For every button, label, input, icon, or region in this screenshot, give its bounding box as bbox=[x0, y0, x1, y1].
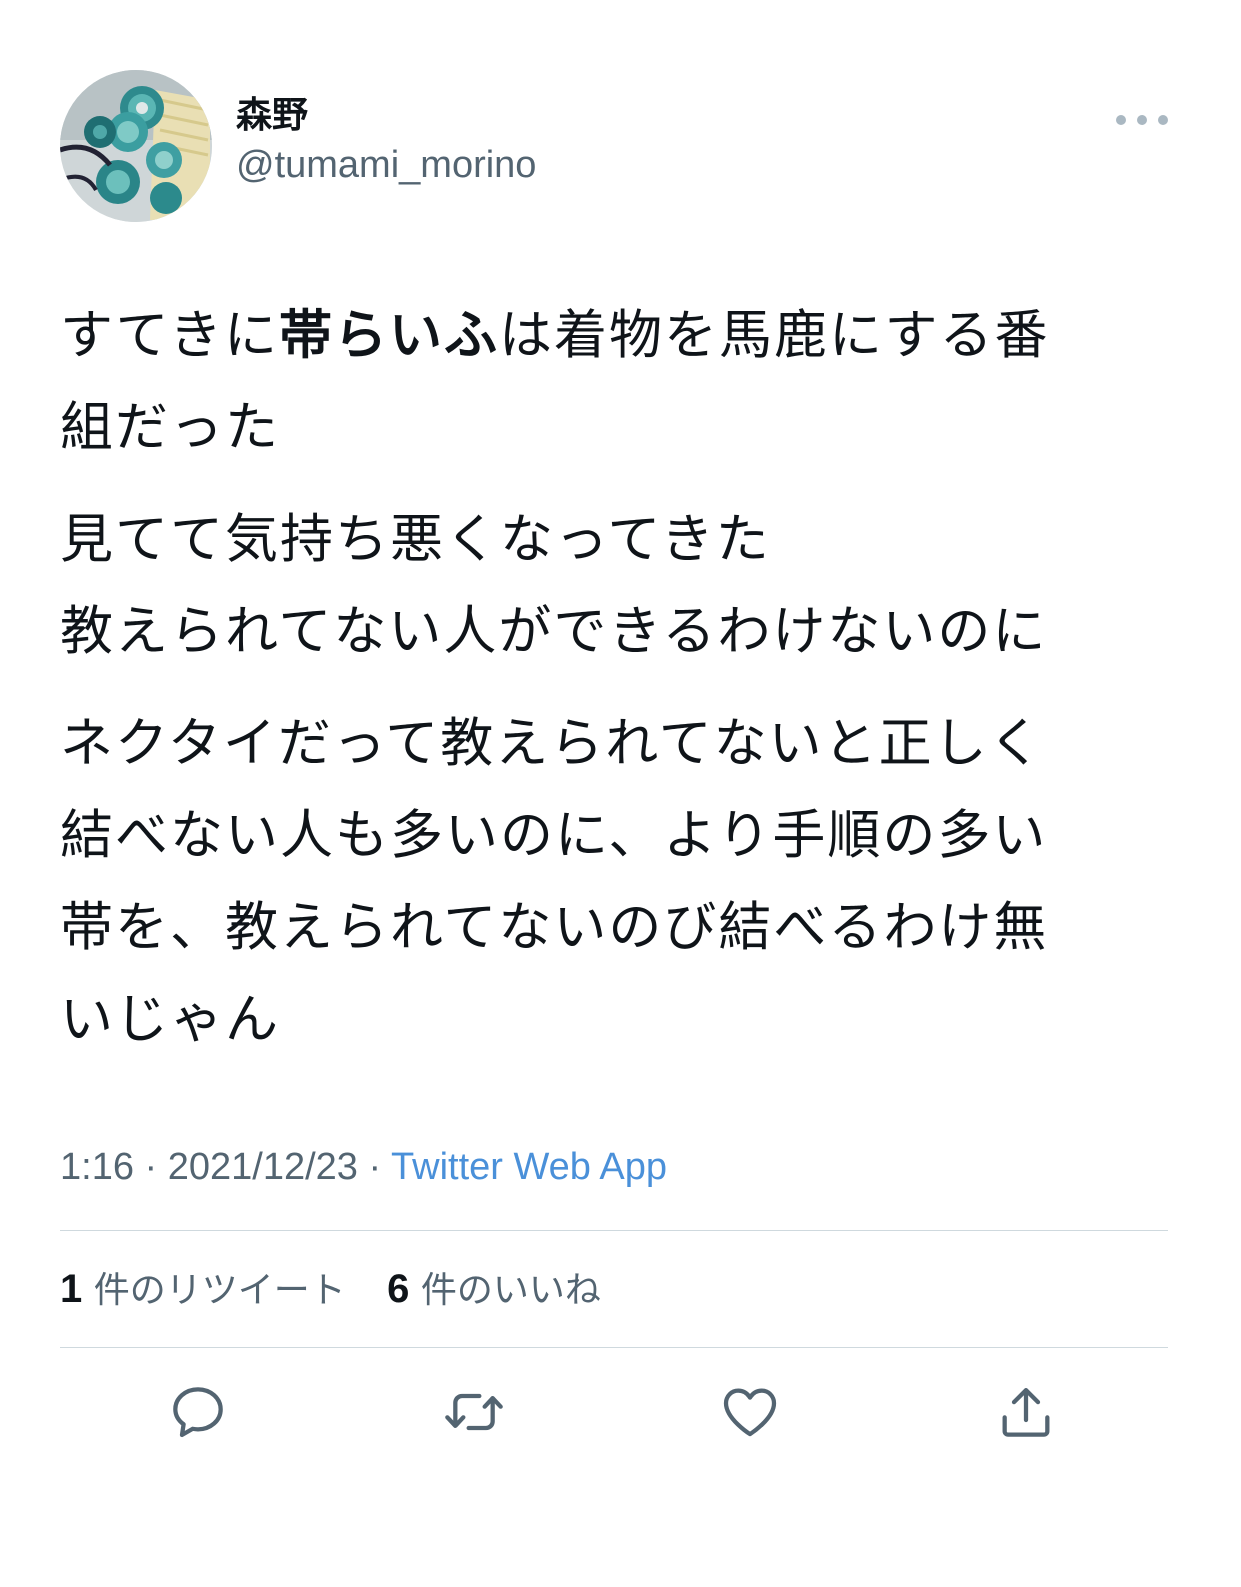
tweet-text-segment: 帯を、教えられてないのび結べるわけ無 bbox=[60, 897, 1049, 958]
tweet-text-segment: 教えられてない人ができるわけないのに bbox=[60, 601, 1048, 662]
tweet-paragraph: 見てて気持ち悪くなってきた教えられてない人ができるわけないのに bbox=[60, 494, 1180, 678]
tweet-line: 教えられてない人ができるわけないのに bbox=[60, 586, 1180, 678]
user-handle[interactable]: @tumami_morino bbox=[236, 138, 536, 192]
meta-separator: · bbox=[133, 1146, 168, 1188]
tweet-paragraph: すてきに帯らいふは着物を馬鹿にする番組だった bbox=[60, 290, 1180, 474]
display-name[interactable]: 森野 bbox=[236, 94, 536, 138]
tweet-text-segment: いじゃん bbox=[60, 989, 280, 1050]
retweets-stat[interactable]: 1 件のリツイート bbox=[60, 1267, 346, 1311]
like-button[interactable] bbox=[718, 1380, 782, 1444]
retweet-button[interactable] bbox=[442, 1380, 506, 1444]
retweets-count: 1 bbox=[60, 1267, 83, 1311]
likes-count: 6 bbox=[387, 1267, 410, 1311]
tweet-actions bbox=[0, 1380, 1241, 1450]
tweet-line: 見てて気持ち悪くなってきた bbox=[60, 494, 1180, 586]
tweet-line: 組だった bbox=[60, 382, 1180, 474]
heart-icon bbox=[723, 1388, 777, 1437]
likes-label: 件のいいね bbox=[420, 1270, 601, 1311]
tweet-text-segment: 組だった bbox=[60, 397, 280, 458]
user-names: 森野 @tumami_morino bbox=[236, 94, 536, 192]
retweets-label: 件のリツイート bbox=[93, 1270, 346, 1311]
tweet-text-bold: 帯らいふ bbox=[278, 305, 499, 366]
tweet-source-link[interactable]: Twitter Web App bbox=[391, 1146, 667, 1188]
tweet-line: 結べない人も多いのに、より手順の多い bbox=[60, 790, 1180, 882]
tweet-text-segment: ネクタイだって教えられてないと正しく bbox=[60, 713, 1044, 774]
tweet-text-segment: すてきに bbox=[60, 305, 279, 366]
meta-separator: · bbox=[357, 1146, 392, 1188]
tweet-stats: 1 件のリツイート 6 件のいいね bbox=[60, 1262, 631, 1318]
tweet-detail: 森野 @tumami_morino すてきに帯らいふは着物を馬鹿にする番組だった… bbox=[0, 0, 1241, 1587]
reply-icon bbox=[173, 1387, 223, 1438]
divider bbox=[60, 1347, 1168, 1348]
tweet-date[interactable]: 2021/12/23 bbox=[168, 1146, 358, 1188]
avatar[interactable] bbox=[60, 70, 212, 222]
more-icon[interactable] bbox=[1114, 104, 1170, 134]
divider bbox=[60, 1230, 1168, 1231]
tweet-header: 森野 @tumami_morino bbox=[60, 70, 1170, 222]
tweet-text-segment: 見てて気持ち悪くなってきた bbox=[60, 509, 771, 570]
share-icon bbox=[1002, 1388, 1050, 1437]
tweet-line: ネクタイだって教えられてないと正しく bbox=[60, 698, 1180, 790]
tweet-text-segment: 結べない人も多いのに、より手順の多い bbox=[60, 805, 1048, 866]
tweet-line: いじゃん bbox=[60, 974, 1180, 1066]
tweet-paragraph: ネクタイだって教えられてないと正しく 結べない人も多いのに、より手順の多い 帯を、教… bbox=[60, 698, 1180, 1066]
tweet-meta: 1:16 · 2021/12/23 · Twitter Web App bbox=[60, 1140, 667, 1194]
tweet-time[interactable]: 1:16 bbox=[60, 1146, 134, 1188]
tweet-text: すてきに帯らいふは着物を馬鹿にする番組だった見てて気持ち悪くなってきた教えられて… bbox=[60, 290, 1180, 1086]
share-button[interactable] bbox=[994, 1380, 1058, 1444]
tweet-line: すてきに帯らいふは着物を馬鹿にする番 bbox=[60, 290, 1180, 382]
tweet-line: 帯を、教えられてないのび結べるわけ無 bbox=[60, 882, 1180, 974]
reply-button[interactable] bbox=[166, 1380, 230, 1444]
tweet-text-segment: は着物を馬鹿にする番 bbox=[498, 305, 1050, 366]
retweet-icon bbox=[445, 1393, 503, 1431]
likes-stat[interactable]: 6 件のいいね bbox=[387, 1267, 601, 1311]
